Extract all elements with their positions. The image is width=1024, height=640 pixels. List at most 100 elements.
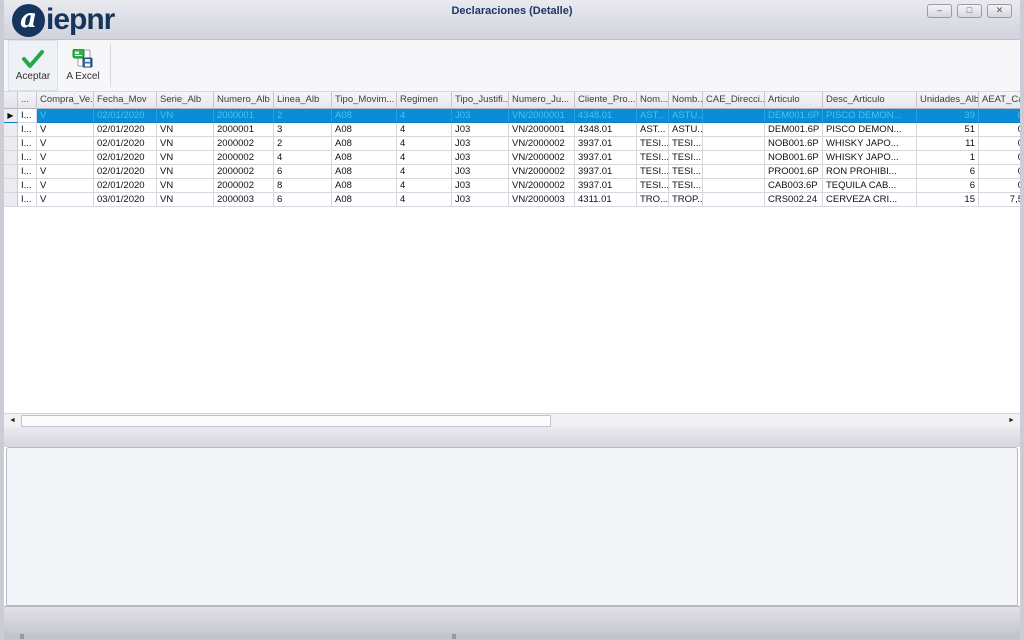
grid-cell[interactable]: 02/01/2020 <box>94 109 157 123</box>
grid-cell[interactable]: I... <box>18 165 37 179</box>
grid-row[interactable]: I...V03/01/2020VN20000036A084J03VN/20000… <box>4 193 1020 207</box>
grid-cell[interactable]: 4 <box>397 193 452 207</box>
grid-cell[interactable]: J03 <box>452 137 509 151</box>
grid-cell[interactable]: V <box>37 165 94 179</box>
grid-cell[interactable]: 4 <box>397 151 452 165</box>
grid-cell[interactable]: 4348.01 <box>575 123 637 137</box>
grid-cell[interactable]: TRO... <box>637 193 669 207</box>
grid-cell[interactable]: VN <box>157 137 214 151</box>
grid-cell[interactable] <box>4 193 18 207</box>
grid-cell[interactable]: VN/2000001 <box>509 109 575 123</box>
grid-cell[interactable]: 4 <box>274 151 332 165</box>
grid-cell[interactable]: 2 <box>274 137 332 151</box>
grid-cell[interactable]: 0 <box>979 109 1020 123</box>
grid-cell[interactable]: 4348.01 <box>575 109 637 123</box>
column-header[interactable]: Compra_Ve... <box>37 92 94 109</box>
column-header[interactable]: Numero_Alb <box>214 92 274 109</box>
grid-cell[interactable]: 15 <box>917 193 979 207</box>
grid-cell[interactable]: J03 <box>452 109 509 123</box>
grid-row[interactable]: I...V02/01/2020VN20000022A084J03VN/20000… <box>4 137 1020 151</box>
aceptar-button[interactable]: Aceptar <box>8 40 58 91</box>
grid-cell[interactable]: CAB003.6P <box>765 179 823 193</box>
column-header[interactable]: Fecha_Mov <box>94 92 157 109</box>
grid-cell[interactable]: ASTU... <box>669 109 703 123</box>
minimize-button[interactable]: – <box>927 4 952 18</box>
grid-cell[interactable]: V <box>37 123 94 137</box>
grid-cell[interactable]: J03 <box>452 151 509 165</box>
grid-cell[interactable] <box>703 179 765 193</box>
grid-cell[interactable]: I... <box>18 193 37 207</box>
grid-cell[interactable]: VN <box>157 193 214 207</box>
column-header[interactable] <box>4 92 18 109</box>
grid-cell[interactable]: A08 <box>332 109 397 123</box>
grid-cell[interactable]: 4 <box>397 165 452 179</box>
grid-cell[interactable]: PISCO DEMON... <box>823 123 917 137</box>
grid-cell[interactable] <box>703 137 765 151</box>
column-header[interactable]: Numero_Ju... <box>509 92 575 109</box>
grid-cell[interactable]: V <box>37 151 94 165</box>
column-header[interactable]: Nomb... <box>669 92 703 109</box>
grid-cell[interactable]: V <box>37 109 94 123</box>
grid-cell[interactable]: ASTU... <box>669 123 703 137</box>
grid-row[interactable]: I...V02/01/2020VN20000028A084J03VN/20000… <box>4 179 1020 193</box>
grid-cell[interactable]: PISCO DEMON... <box>823 109 917 123</box>
grid-cell[interactable]: CERVEZA CRI... <box>823 193 917 207</box>
grid-cell[interactable] <box>703 109 765 123</box>
grid-cell[interactable]: 3937.01 <box>575 151 637 165</box>
grid-cell[interactable]: VN/2000002 <box>509 165 575 179</box>
grid-cell[interactable]: 4311.01 <box>575 193 637 207</box>
grid-cell[interactable]: RON PROHIBI... <box>823 165 917 179</box>
column-header[interactable]: AEAT_Cap... <box>979 92 1020 109</box>
grid-cell[interactable]: 2 <box>274 109 332 123</box>
grid-cell[interactable]: VN <box>157 151 214 165</box>
grid-cell[interactable]: 7,5 <box>979 193 1020 207</box>
grid-cell[interactable]: 0 <box>979 179 1020 193</box>
grid-cell[interactable]: VN/2000002 <box>509 137 575 151</box>
grid-cell[interactable]: AST... <box>637 123 669 137</box>
grid-cell[interactable]: 0 <box>979 151 1020 165</box>
grid-cell[interactable]: 02/01/2020 <box>94 179 157 193</box>
grid-cell[interactable]: VN <box>157 179 214 193</box>
grid-cell[interactable]: VN/2000001 <box>509 123 575 137</box>
column-header[interactable]: Linea_Alb <box>274 92 332 109</box>
grid-cell[interactable]: TESI... <box>669 137 703 151</box>
grid-cell[interactable]: V <box>37 179 94 193</box>
grid-cell[interactable]: 2000001 <box>214 109 274 123</box>
grid-cell[interactable]: 11 <box>917 137 979 151</box>
column-header[interactable]: Nom... <box>637 92 669 109</box>
grid-cell[interactable]: A08 <box>332 165 397 179</box>
grid-cell[interactable]: I... <box>18 179 37 193</box>
grid-cell[interactable]: J03 <box>452 165 509 179</box>
scroll-right-arrow-icon[interactable]: ► <box>1005 415 1018 427</box>
grid-cell[interactable]: I... <box>18 123 37 137</box>
grid-cell[interactable]: V <box>37 193 94 207</box>
grid-cell[interactable]: J03 <box>452 179 509 193</box>
grid-cell[interactable]: TESI... <box>637 179 669 193</box>
grid-cell[interactable]: 4 <box>397 137 452 151</box>
grid-cell[interactable]: I... <box>18 109 37 123</box>
grid-cell[interactable]: 3 <box>274 123 332 137</box>
column-header[interactable]: Articulo <box>765 92 823 109</box>
grid-cell[interactable]: 2000001 <box>214 123 274 137</box>
grid-cell[interactable] <box>4 151 18 165</box>
grid-cell[interactable]: 02/01/2020 <box>94 137 157 151</box>
grid-cell[interactable]: 0 <box>979 137 1020 151</box>
grid-cell[interactable]: 2000002 <box>214 151 274 165</box>
grid-cell[interactable]: 3937.01 <box>575 179 637 193</box>
column-header[interactable]: Tipo_Justifi... <box>452 92 509 109</box>
column-header[interactable]: Serie_Alb <box>157 92 214 109</box>
grid-cell[interactable]: VN <box>157 165 214 179</box>
grid-cell[interactable]: TEQUILA CAB... <box>823 179 917 193</box>
grid-cell[interactable]: 1 <box>917 151 979 165</box>
grid-cell[interactable]: 2000002 <box>214 165 274 179</box>
grid-cell[interactable]: 2000003 <box>214 193 274 207</box>
grid-cell[interactable]: J03 <box>452 123 509 137</box>
grid-cell[interactable]: DEM001.6P <box>765 109 823 123</box>
grid-cell[interactable]: NOB001.6P <box>765 137 823 151</box>
grid-cell[interactable]: DEM001.6P <box>765 123 823 137</box>
grid-cell[interactable]: ▶ <box>4 109 18 123</box>
grid-cell[interactable] <box>4 137 18 151</box>
grid-cell[interactable]: 39 <box>917 109 979 123</box>
grid-cell[interactable]: 4 <box>397 109 452 123</box>
scrollbar-thumb[interactable] <box>21 415 551 427</box>
